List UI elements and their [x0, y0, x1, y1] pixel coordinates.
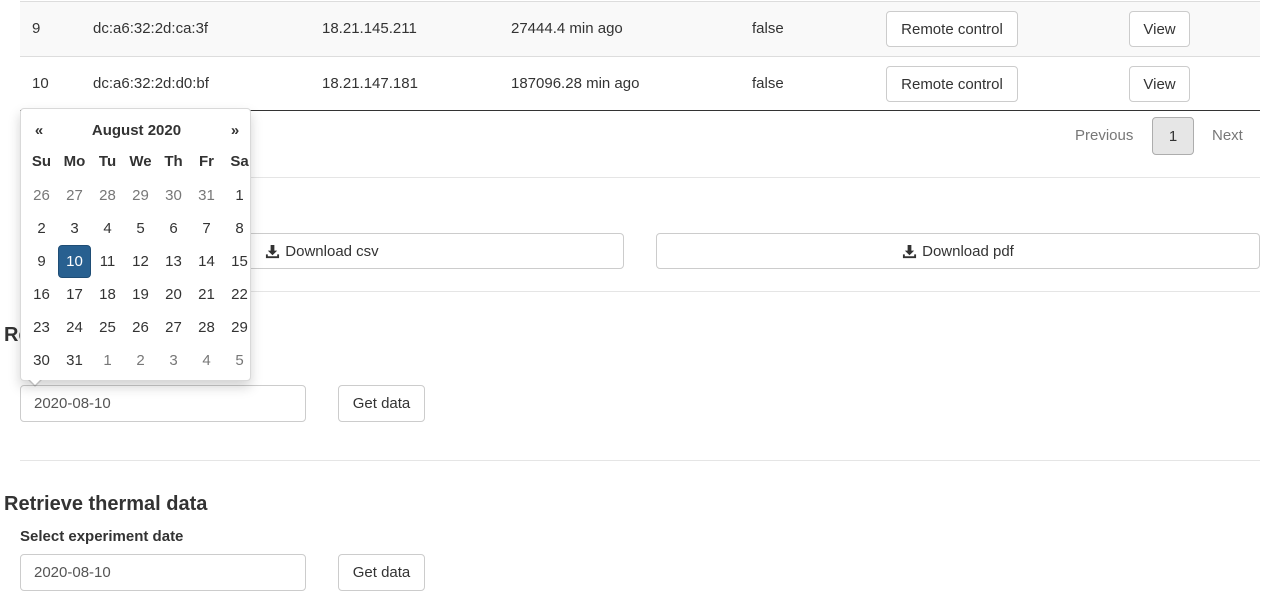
calendar-day[interactable]: 4	[91, 212, 124, 245]
calendar-day[interactable]: 25	[91, 311, 124, 344]
experiment-date-label: Select experiment date	[20, 528, 184, 545]
datepicker-popup: « August 2020 » Su Mo Tu We Th Fr Sa 26 27 28 29 30…	[20, 108, 251, 381]
weekday-header: Th	[164, 153, 183, 170]
datepicker-month-title[interactable]: August 2020	[54, 117, 219, 144]
calendar-day[interactable]: 26	[25, 179, 58, 212]
calendar-day[interactable]: 27	[157, 311, 190, 344]
date-input[interactable]: 2020-08-10	[20, 385, 306, 422]
calendar-day[interactable]: 30	[157, 179, 190, 212]
calendar-day[interactable]: 29	[223, 311, 256, 344]
weekday-header: Tu	[98, 153, 117, 170]
pagination-previous[interactable]: Previous	[1075, 125, 1133, 147]
get-data-button[interactable]: Get data	[338, 385, 425, 422]
weekday-header: Sa	[230, 153, 249, 170]
datepicker-header: « August 2020 »	[21, 117, 252, 144]
calendar-day[interactable]: 28	[190, 311, 223, 344]
calendar-day[interactable]: 29	[124, 179, 157, 212]
weekday-header: Fr	[199, 153, 214, 170]
calendar-day[interactable]: 28	[91, 179, 124, 212]
thermal-get-data-button[interactable]: Get data	[338, 554, 425, 591]
calendar-day[interactable]: 24	[58, 311, 91, 344]
ip-address: 18.21.147.181	[322, 75, 418, 92]
calendar-day[interactable]: 1	[91, 344, 124, 377]
calendar-day[interactable]: 16	[25, 278, 58, 311]
status-value: false	[752, 20, 784, 37]
pagination-page[interactable]: 1	[1152, 117, 1194, 155]
status-value: false	[752, 75, 784, 92]
calendar-day[interactable]: 10	[58, 245, 91, 278]
calendar-day[interactable]: 7	[190, 212, 223, 245]
calendar-day[interactable]: 22	[223, 278, 256, 311]
table-row: 9 dc:a6:32:2d:ca:3f 18.21.145.211 27444.…	[20, 1, 1260, 56]
table-row: 10 dc:a6:32:2d:d0:bf 18.21.147.181 18709…	[20, 56, 1260, 111]
mac-address: dc:a6:32:2d:d0:bf	[93, 75, 209, 92]
download-icon	[903, 244, 917, 258]
calendar-day[interactable]: 14	[190, 245, 223, 278]
calendar-day[interactable]: 5	[124, 212, 157, 245]
download-csv-label: Download csv	[285, 242, 379, 260]
divider	[20, 460, 1260, 461]
weekday-header: Su	[31, 153, 52, 170]
calendar-day[interactable]: 15	[223, 245, 256, 278]
download-pdf-button[interactable]: Download pdf	[656, 233, 1260, 269]
calendar-day[interactable]: 1	[223, 179, 256, 212]
weekday-header: We	[129, 153, 152, 170]
download-pdf-label: Download pdf	[922, 242, 1014, 260]
calendar-day[interactable]: 13	[157, 245, 190, 278]
datepicker-next-month[interactable]: »	[221, 117, 249, 144]
calendar-day[interactable]: 9	[25, 245, 58, 278]
download-icon	[266, 244, 280, 258]
calendar-day[interactable]: 31	[190, 179, 223, 212]
calendar-day[interactable]: 6	[157, 212, 190, 245]
calendar-day[interactable]: 11	[91, 245, 124, 278]
calendar-day[interactable]: 18	[91, 278, 124, 311]
calendar-day[interactable]: 21	[190, 278, 223, 311]
calendar-day[interactable]: 3	[58, 212, 91, 245]
calendar-day[interactable]: 4	[190, 344, 223, 377]
datepicker-arrow-inner	[29, 379, 41, 385]
last-seen: 187096.28 min ago	[511, 75, 640, 92]
row-index: 9	[32, 20, 41, 37]
row-index: 10	[32, 75, 49, 92]
calendar-day[interactable]: 12	[124, 245, 157, 278]
calendar-day[interactable]: 26	[124, 311, 157, 344]
weekday-header: Mo	[63, 153, 86, 170]
calendar-day[interactable]: 5	[223, 344, 256, 377]
view-button[interactable]: View	[1129, 11, 1190, 47]
calendar-day[interactable]: 2	[124, 344, 157, 377]
view-button[interactable]: View	[1129, 66, 1190, 102]
calendar-day[interactable]: 17	[58, 278, 91, 311]
calendar-day[interactable]: 19	[124, 278, 157, 311]
calendar-day[interactable]: 2	[25, 212, 58, 245]
ip-address: 18.21.145.211	[322, 20, 417, 37]
calendar-day[interactable]: 31	[58, 344, 91, 377]
remote-control-button[interactable]: Remote control	[886, 66, 1018, 102]
calendar-day[interactable]: 30	[25, 344, 58, 377]
last-seen: 27444.4 min ago	[511, 20, 623, 37]
datepicker-prev-month[interactable]: «	[25, 117, 53, 144]
calendar-day[interactable]: 20	[157, 278, 190, 311]
calendar-day[interactable]: 23	[25, 311, 58, 344]
remote-control-button[interactable]: Remote control	[886, 11, 1018, 47]
thermal-date-input[interactable]: 2020-08-10	[20, 554, 306, 591]
calendar-day[interactable]: 8	[223, 212, 256, 245]
mac-address: dc:a6:32:2d:ca:3f	[93, 20, 209, 37]
calendar-day[interactable]: 3	[157, 344, 190, 377]
thermal-section-title: Retrieve thermal data	[4, 493, 208, 515]
calendar-day[interactable]: 27	[58, 179, 91, 212]
pagination-next[interactable]: Next	[1212, 125, 1243, 147]
